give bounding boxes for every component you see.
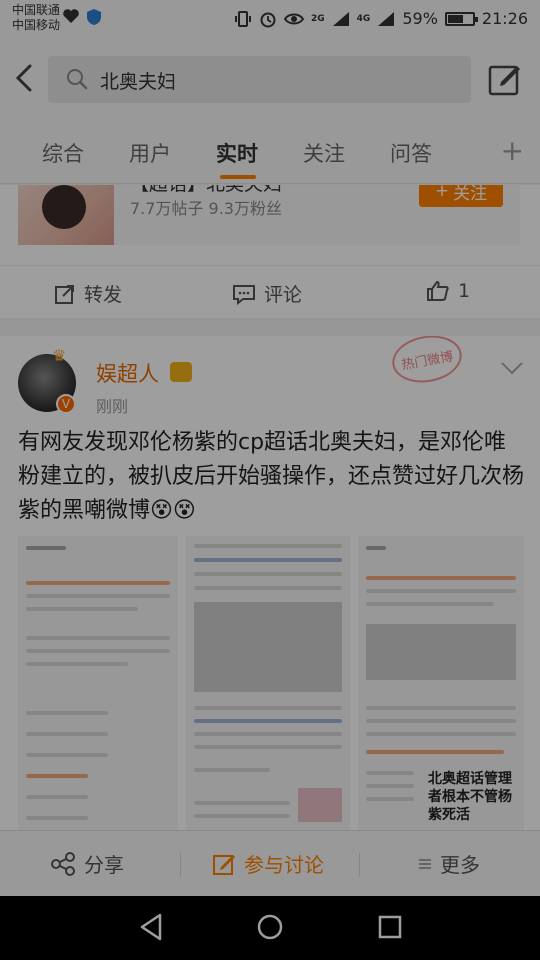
username[interactable]: 娱超人 — [96, 358, 159, 388]
plus-icon: + — [434, 185, 450, 201]
add-tab-icon[interactable]: + — [501, 134, 524, 167]
back-arrow-icon[interactable] — [10, 60, 40, 96]
post-image-3[interactable]: 北奥超话管理者根本不管杨紫死活 — [358, 536, 524, 830]
vip-crown-icon — [170, 362, 192, 382]
chevron-down-icon[interactable] — [500, 360, 524, 376]
notification-icons — [62, 8, 102, 26]
menu-icon — [419, 858, 431, 869]
share-button[interactable]: 分享 — [50, 849, 124, 878]
status-bar: 中国联通 中国移动 2G 4G 59% 21:26 — [0, 0, 540, 38]
shield-icon — [87, 9, 101, 25]
compose-icon[interactable] — [488, 62, 522, 96]
search-icon — [67, 69, 88, 90]
signal-4g-label: 4G — [356, 13, 371, 24]
post-actions: 转发 评论 1 — [0, 265, 540, 317]
share-icon — [51, 851, 75, 876]
tab-comprehensive[interactable]: 综合 — [42, 138, 84, 168]
search-query: 北奥夫妇 — [100, 71, 177, 93]
battery-icon — [444, 11, 478, 26]
discuss-label: 参与讨论 — [244, 853, 324, 877]
post-image-grid: 北奥超话管理者根本不管杨紫死活 — [18, 536, 524, 830]
verified-badge-icon: V — [56, 394, 76, 414]
search-header: 北奥夫妇 — [0, 38, 540, 120]
active-tab-indicator — [220, 175, 256, 179]
battery-percent: 59% — [402, 9, 438, 28]
post-image-1[interactable] — [18, 536, 178, 830]
comment-icon — [233, 284, 255, 305]
tab-qa[interactable]: 问答 — [390, 138, 432, 168]
follow-label: 关注 — [453, 185, 488, 204]
tab-users[interactable]: 用户 — [129, 138, 171, 168]
crown-icon: ♛ — [52, 346, 67, 365]
thumbs-up-icon — [427, 280, 449, 301]
post-image-2[interactable] — [186, 536, 350, 830]
search-input[interactable]: 北奥夫妇 — [48, 56, 471, 103]
post-time: 刚刚 — [96, 397, 129, 416]
repost-icon — [55, 284, 74, 304]
heart-pulse-icon — [63, 9, 79, 23]
nav-back-icon[interactable] — [138, 912, 164, 942]
vibrate-icon — [235, 10, 252, 27]
image-caption: 北奥超话管理者根本不管杨紫死活 — [428, 771, 512, 823]
post-text: 有网友发现邓伦杨紫的cp超话北奥夫妇，是邓伦唯粉建立的，被扒皮后开始骚操作，还点… — [18, 430, 525, 523]
repost-button[interactable]: 转发 — [54, 280, 122, 307]
carrier-2: 中国移动 — [12, 18, 61, 32]
discuss-button[interactable]: 参与讨论 — [212, 849, 324, 878]
edit-icon — [213, 854, 235, 875]
post-card: ♛ V 娱超人 刚刚 热门微博 有网友发现邓伦杨紫的cp超话北奥夫妇，是邓伦唯粉… — [0, 336, 540, 830]
system-nav-bar — [0, 896, 540, 960]
system-status: 2G 4G 59% 21:26 — [234, 9, 528, 28]
hot-post-stamp: 热门微博 — [388, 336, 466, 388]
signal-icon-2 — [378, 11, 395, 26]
alarm-icon — [260, 12, 276, 27]
divider — [180, 853, 181, 877]
super-topic-box[interactable]: 【超话】北奥夫妇 7.7万帖子 9.3万粉丝 + 关注 — [18, 185, 520, 245]
tab-realtime[interactable]: 实时 — [216, 138, 258, 168]
share-label: 分享 — [84, 853, 124, 877]
like-button[interactable]: 1 — [426, 280, 470, 302]
divider — [359, 853, 360, 877]
eye-icon — [284, 13, 305, 24]
bottom-action-bar: 分享 参与讨论 更多 — [0, 830, 540, 896]
signal-2g-label: 2G — [311, 13, 325, 24]
carrier-info: 中国联通 中国移动 — [12, 3, 60, 33]
tab-following[interactable]: 关注 — [303, 138, 345, 168]
topic-stats: 7.7万帖子 9.3万粉丝 — [130, 199, 282, 218]
topic-post-card: 【超话】北奥夫妇 7.7万帖子 9.3万粉丝 + 关注 转发 评论 1 — [0, 185, 540, 318]
more-button[interactable]: 更多 — [418, 849, 480, 878]
search-tabs: 综合 用户 实时 关注 问答 + — [0, 120, 540, 184]
repost-label: 转发 — [84, 284, 123, 306]
more-label: 更多 — [440, 853, 480, 877]
carrier-1: 中国联通 — [12, 3, 61, 17]
comment-button[interactable]: 评论 — [232, 280, 302, 307]
clock: 21:26 — [481, 9, 528, 28]
comment-label: 评论 — [264, 284, 303, 306]
like-count: 1 — [458, 280, 471, 302]
nav-recents-icon[interactable] — [377, 912, 403, 942]
follow-button[interactable]: + 关注 — [419, 185, 503, 207]
nav-home-icon[interactable] — [256, 912, 284, 942]
signal-icon — [332, 11, 349, 26]
topic-cover-image — [18, 185, 114, 245]
